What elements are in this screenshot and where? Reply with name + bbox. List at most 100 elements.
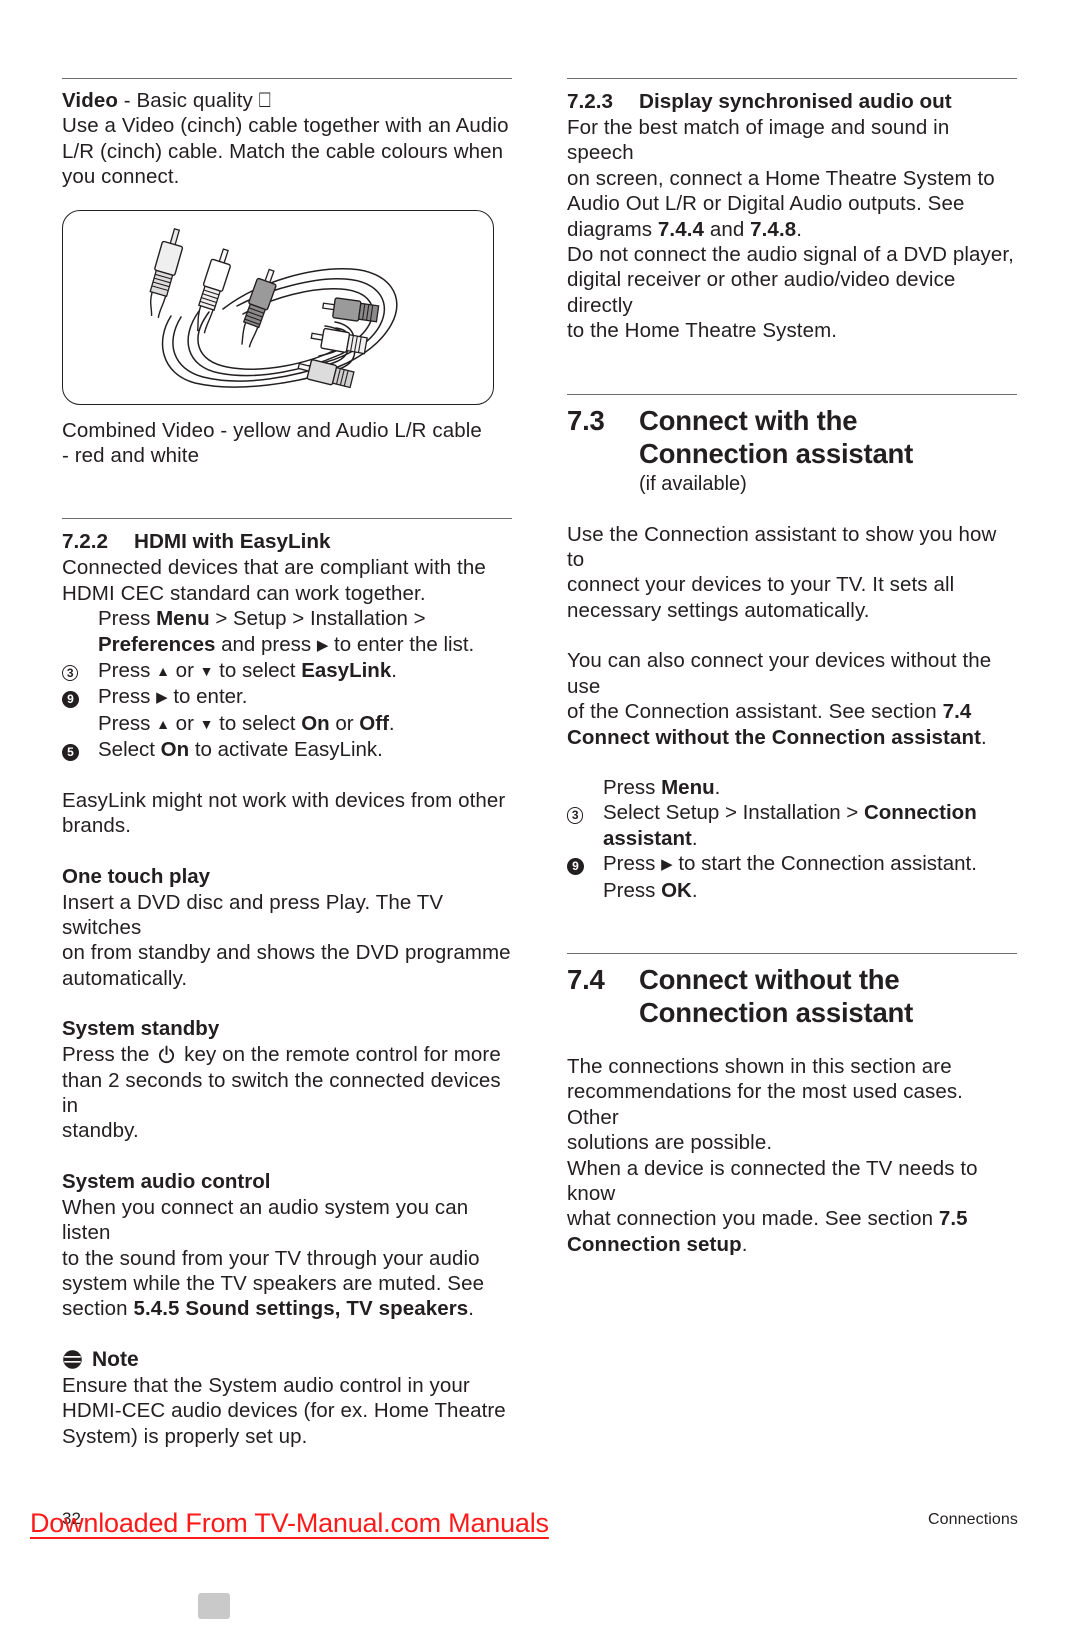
text-line: diagrams 7.4.4 and 7.4.8. [567, 217, 1017, 242]
step-3-0-run-2: to activate EasyLink. [189, 738, 383, 762]
system-standby-line-2: than 2 seconds to switch the connected d… [62, 1068, 501, 1117]
step-text: Press ▶ to enter. [98, 684, 512, 710]
one-touch-play-heading: One touch play [62, 864, 211, 888]
text-line: The connections shown in this section ar… [567, 1054, 1017, 1079]
step-1-0-run-5: EasyLink [301, 659, 392, 683]
line-0-run-0: You can also connect your devices withou… [567, 649, 992, 698]
system-standby-line-1: Press the key on the remote control for … [62, 1042, 512, 1067]
text-line: Audio Out L/R or Digital Audio outputs. … [567, 191, 1017, 216]
left-column: Video - Basic quality ⎕ Use a Video (cin… [62, 78, 512, 1449]
line-6-run-0: to the Home Theatre System. [567, 319, 838, 343]
system-audio-control-body: When you connect an audio system you can… [62, 1195, 512, 1322]
note-icon [62, 1349, 83, 1370]
text-line: You can also connect your devices withou… [567, 648, 1017, 699]
step-marker: 9 [567, 851, 603, 877]
step-row: Press Menu. [567, 775, 1017, 800]
line-3-run-2: and [704, 217, 751, 241]
video-heading-bold: Video [62, 89, 118, 112]
system-standby-line-3: standby. [62, 1119, 139, 1143]
line-2-run-0: Audio Out L/R or Digital Audio outputs. … [567, 192, 965, 216]
step-2-1-run-4: to select [213, 711, 302, 735]
line-5-run-1: . [741, 1232, 748, 1256]
step-1-0-run-2: or [169, 659, 200, 683]
one-touch-play-block: One touch play Insert a DVD disc and pre… [62, 864, 512, 992]
step-1-0-run-0: Press [98, 659, 157, 683]
step-2-0-run-2: to start the Connection assistant. [672, 852, 977, 876]
text-line: recommendations for the most used cases.… [567, 1079, 1017, 1130]
line-3-run-2: . [468, 1297, 475, 1321]
step-marker: 3 [62, 658, 98, 684]
line-0-run-0: The connections shown in this section ar… [567, 1054, 952, 1078]
step-0-1-run-1: and press [215, 632, 317, 656]
text-line: Connect without the Connection assistant… [567, 725, 1017, 750]
section-divider [567, 952, 1017, 954]
heading-7-2-3-title: Display synchronised audio out [639, 90, 952, 113]
text-line: of the Connection assistant. See section… [567, 699, 1017, 724]
line-1-run-0: to the sound from your TV through your a… [62, 1246, 480, 1270]
text-line: to the Home Theatre System. [567, 318, 1017, 343]
right-column: 7.2.3 Display synchronised audio out For… [567, 78, 1017, 1449]
heading-7-3-number: 7.3 [567, 404, 605, 436]
step-2-1-run-7: Off [359, 711, 389, 735]
arrow-right-icon: ▶ [661, 856, 673, 874]
connect-with-body2: You can also connect your devices withou… [567, 648, 1017, 750]
line-2-run-0: Connect without the Connection assistant [567, 725, 982, 749]
line-4-run-0: what connection you made. See section [567, 1207, 939, 1231]
text-line: what connection you made. See section 7.… [567, 1206, 1017, 1231]
arrow-up-icon: ▲ [156, 663, 170, 680]
line-5-run-0: digital receiver or other audio/video de… [567, 268, 956, 317]
step-text: Press Menu. [603, 775, 1017, 800]
step-row: 3 Press ▲ or ▼ to select EasyLink. [62, 658, 512, 684]
section-divider [62, 78, 512, 79]
step-0-0-run-0: Press [98, 607, 157, 631]
video-heading-rest: - Basic quality [117, 89, 253, 112]
heading-7-4-number: 7.4 [567, 963, 605, 995]
arrow-right-icon: ▶ [156, 689, 168, 707]
video-body-line-1: Use a Video (cinch) cable together with … [62, 114, 509, 138]
download-watermark[interactable]: Downloaded From TV-Manual.com Manuals [30, 1508, 549, 1539]
easylink-outro-line-1: EasyLink might not work with devices fro… [62, 788, 506, 812]
heading-7-3: 7.3 Connect with the Connection assistan… [567, 404, 1017, 470]
connect-with-body1-line-3: necessary settings automatically. [567, 598, 870, 622]
step-3-0-run-1: On [160, 738, 190, 762]
step-0-0-run-2: . [714, 775, 721, 799]
easylink-intro-line-2: HDMI CEC standard can work together. [62, 581, 426, 605]
step-marker: 3 [567, 800, 603, 825]
step-row: Press Menu > Setup > Installation > [62, 606, 512, 631]
text-line: When a device is connected the TV needs … [567, 1156, 1017, 1207]
step-number-badge: 5 [62, 744, 79, 762]
step-number-badge: 3 [62, 665, 79, 682]
step-number-badge: 9 [62, 691, 79, 709]
step-1-0-run-6: . [391, 659, 397, 683]
text-line: Connection setup. [567, 1232, 1017, 1257]
power-icon [157, 1045, 176, 1064]
step-row: Preferences and press ▶ to enter the lis… [62, 632, 512, 658]
video-basic-quality-block: Video - Basic quality ⎕ Use a Video (cin… [62, 88, 512, 468]
line-3-run-0: When a device is connected the TV needs … [567, 1156, 978, 1205]
heading-7-3-subtitle: (if available) [639, 472, 747, 495]
step-1-1-run-1: . [691, 826, 698, 850]
step-text: assistant. [603, 826, 1017, 851]
heading-7-4-title: Connect without the Connection assistant [639, 963, 914, 1028]
step-3-0-run-0: Select [98, 738, 161, 762]
step-2-0-run-2: to enter. [167, 685, 248, 709]
step-2-1-run-1: OK [661, 878, 692, 902]
section-divider [567, 393, 1017, 395]
step-1-0-run-0: Select Setup > Installation > [603, 801, 864, 825]
step-0-0-run-1: Menu [156, 607, 210, 631]
step-row: 5 Select On to activate EasyLink. [62, 737, 512, 762]
line-2-run-0: system while the TV speakers are muted. … [62, 1271, 485, 1295]
line-0-run-0: When you connect an audio system you can… [62, 1195, 469, 1245]
step-2-1-run-2: . [691, 878, 698, 902]
step-1-1-run-0: assistant [603, 826, 692, 850]
text-line: For the best match of image and sound in… [567, 115, 1017, 166]
step-1-0-run-4: to select [213, 659, 302, 683]
step-row: Press OK. [567, 878, 1017, 903]
text-line: to the sound from your TV through your a… [62, 1246, 512, 1271]
arrow-down-icon: ▼ [199, 715, 214, 732]
heading-7-2-3: 7.2.3 Display synchronised audio out [567, 88, 1017, 115]
display-sync-body: For the best match of image and sound in… [567, 115, 1017, 344]
easylink-intro-line-1: Connected devices that are compliant wit… [62, 556, 486, 580]
one-touch-play-line-3: automatically. [62, 966, 188, 990]
composite-av-cable-illustration [62, 209, 494, 405]
